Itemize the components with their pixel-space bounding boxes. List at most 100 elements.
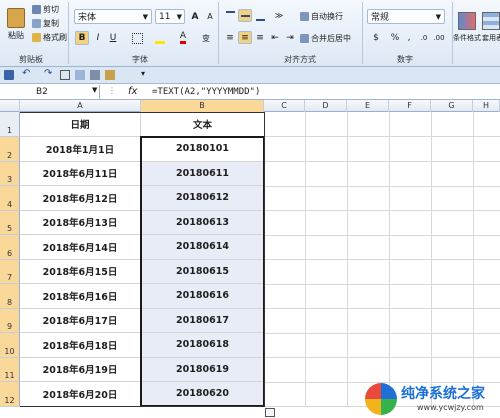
resize-handle-icon[interactable]: ⋮	[108, 86, 116, 95]
align-top-button[interactable]	[223, 9, 237, 22]
column-header-g[interactable]: G	[431, 100, 473, 112]
font-size-value: 11	[159, 11, 171, 22]
copy-label: 复制	[43, 19, 59, 28]
fill-color-button[interactable]	[151, 31, 169, 45]
table-border	[20, 112, 265, 407]
column-header-e[interactable]: E	[347, 100, 389, 112]
wrap-text-button[interactable]: 自动换行	[300, 11, 343, 22]
underline-button[interactable]: U	[106, 31, 120, 45]
increase-indent-button[interactable]: ⇥	[283, 31, 297, 44]
gridline	[264, 259, 500, 260]
copy-button[interactable]: 复制	[32, 18, 59, 29]
comma-button[interactable]: ,	[403, 31, 415, 45]
row-header[interactable]: 10	[0, 333, 20, 358]
wrap-icon	[300, 12, 309, 21]
row-header[interactable]: 11	[0, 357, 20, 382]
shrink-font-button[interactable]: A	[203, 9, 217, 24]
italic-button[interactable]: I	[91, 31, 105, 45]
paint-bucket-icon	[155, 32, 165, 44]
border-icon	[131, 32, 143, 44]
align-middle-button[interactable]	[238, 9, 252, 22]
align-right-button[interactable]: ≡	[253, 31, 267, 44]
gridline	[264, 234, 500, 236]
conditional-format-icon	[458, 11, 476, 30]
table-format-icon	[482, 11, 500, 30]
format-icon[interactable]	[105, 70, 115, 80]
borders-button[interactable]	[128, 31, 146, 45]
clipboard-icon	[7, 7, 25, 28]
row-header[interactable]: 6	[0, 235, 20, 260]
row-header[interactable]: 7	[0, 259, 20, 284]
format-painter-button[interactable]: 格式刷	[32, 32, 67, 43]
font-size-select[interactable]: 11 ▼	[155, 9, 185, 24]
merge-icon	[300, 34, 309, 43]
print-preview-icon[interactable]	[75, 70, 85, 80]
brush-icon	[32, 33, 41, 42]
wrap-label: 自动换行	[311, 12, 343, 21]
column-header-d[interactable]: D	[305, 100, 347, 112]
table-icon[interactable]	[60, 70, 70, 80]
gridline	[264, 185, 500, 187]
row-header[interactable]: 3	[0, 161, 20, 186]
align-center-button[interactable]: ≡	[238, 31, 252, 44]
watermark-url: www.ycwjzy.com	[417, 403, 484, 412]
currency-button[interactable]: $	[367, 31, 385, 45]
align-top-icon	[225, 10, 235, 21]
insert-function-button[interactable]: fx	[128, 84, 150, 100]
row-header[interactable]: 8	[0, 284, 20, 309]
paste-label: 粘贴	[8, 30, 24, 40]
align-left-button[interactable]: ≡	[223, 31, 237, 44]
column-header-h[interactable]: H	[473, 100, 500, 112]
column-header-a[interactable]: A	[20, 100, 141, 112]
column-header-c[interactable]: C	[264, 100, 305, 112]
select-all-corner[interactable]	[0, 100, 20, 112]
cut-button[interactable]: 剪切	[32, 4, 59, 15]
row-header[interactable]: 9	[0, 308, 20, 333]
quick-access-toolbar: ↶ ↷ ▾	[0, 67, 500, 84]
row-header[interactable]: 12	[0, 382, 20, 407]
phonetic-button[interactable]: 变	[196, 31, 216, 45]
clipboard-group-label: 剪贴板	[19, 55, 43, 64]
bold-button[interactable]: B	[75, 31, 89, 45]
row-header[interactable]: 1	[0, 112, 20, 137]
row-header[interactable]: 5	[0, 210, 20, 235]
increase-decimal-button[interactable]: .0	[417, 31, 431, 45]
number-format-select[interactable]: 常规 ▼	[367, 9, 445, 24]
gridline	[264, 332, 500, 334]
row-header[interactable]: 2	[0, 137, 20, 162]
formula-input[interactable]: =TEXT(A2,"YYYYMMDD")	[152, 84, 492, 100]
decrease-decimal-button[interactable]: .00	[432, 31, 446, 45]
chevron-down-icon: ▼	[435, 12, 441, 21]
align-bottom-button[interactable]	[253, 9, 267, 22]
column-header-b[interactable]: B	[141, 100, 264, 112]
cut-label: 剪切	[43, 5, 59, 14]
watermark-logo	[365, 383, 397, 415]
undo-icon[interactable]: ↶	[22, 68, 30, 79]
conditional-format-button[interactable]: 条件格式	[453, 3, 481, 51]
copy-icon	[32, 19, 41, 28]
paste-button[interactable]: 粘贴	[3, 2, 29, 46]
font-color-button[interactable]: A	[174, 31, 192, 45]
table-format-button[interactable]: 套用表格格式	[482, 3, 500, 51]
font-name-select[interactable]: 宋体 ▼	[74, 9, 152, 24]
number-group-label: 数字	[397, 55, 413, 64]
chevron-down-icon[interactable]: ▼	[92, 86, 97, 94]
gridline	[264, 210, 500, 211]
row-header[interactable]: 4	[0, 186, 20, 211]
font-color-icon: A	[179, 32, 187, 44]
name-box[interactable]: B2	[0, 85, 100, 99]
chevron-down-icon: ▼	[142, 12, 148, 21]
auto-fill-options-icon[interactable]	[265, 408, 275, 417]
orientation-button[interactable]: ≫	[270, 9, 288, 22]
ribbon: 粘贴 剪切 复制 格式刷 剪贴板 宋体 ▼ 11 ▼ A A B I U A 变…	[0, 0, 500, 67]
customize-qat-icon[interactable]: ▾	[141, 69, 145, 78]
redo-icon[interactable]: ↷	[44, 68, 52, 79]
separator	[68, 2, 69, 64]
merge-center-button[interactable]: 合并后居中	[300, 33, 351, 44]
percent-button[interactable]: %	[388, 31, 402, 45]
column-header-f[interactable]: F	[389, 100, 431, 112]
decrease-indent-button[interactable]: ⇤	[268, 31, 282, 44]
print-icon[interactable]	[90, 70, 100, 80]
save-icon[interactable]	[4, 70, 14, 80]
grow-font-button[interactable]: A	[188, 9, 202, 24]
